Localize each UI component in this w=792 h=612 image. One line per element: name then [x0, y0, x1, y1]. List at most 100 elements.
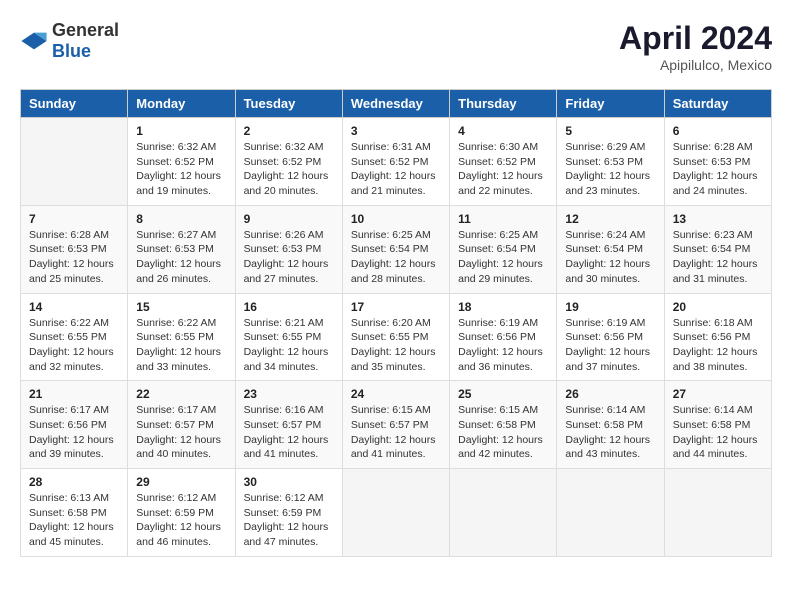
- day-info: Sunrise: 6:31 AM Sunset: 6:52 PM Dayligh…: [351, 140, 441, 199]
- calendar-cell: 28 Sunrise: 6:13 AM Sunset: 6:58 PM Dayli…: [21, 469, 128, 557]
- main-title: April 2024: [619, 20, 772, 57]
- day-info: Sunrise: 6:12 AM Sunset: 6:59 PM Dayligh…: [244, 491, 334, 550]
- calendar-cell: [664, 469, 771, 557]
- day-info: Sunrise: 6:20 AM Sunset: 6:55 PM Dayligh…: [351, 316, 441, 375]
- day-number: 10: [351, 212, 441, 226]
- day-info: Sunrise: 6:18 AM Sunset: 6:56 PM Dayligh…: [673, 316, 763, 375]
- calendar-cell: 19Sunrise: 6:19 AM Sunset: 6:56 PM Dayli…: [557, 293, 664, 381]
- calendar-cell: [21, 118, 128, 206]
- day-number: 9: [244, 212, 334, 226]
- day-number: 21: [29, 387, 119, 401]
- calendar-cell: 22 Sunrise: 6:17 AM Sunset: 6:57 PM Dayli…: [128, 381, 235, 469]
- page-header: General Blue April 2024 Apipilulco, Mexi…: [20, 20, 772, 73]
- day-number: 3: [351, 124, 441, 138]
- calendar-body: 1 Sunrise: 6:32 AM Sunset: 6:52 PM Daylig…: [21, 118, 772, 557]
- day-info: Sunrise: 6:24 AM Sunset: 6:54 PM Dayligh…: [565, 228, 655, 287]
- day-info: Sunrise: 6:17 AM Sunset: 6:56 PM Dayligh…: [29, 403, 119, 462]
- calendar-cell: 8 Sunrise: 6:27 AM Sunset: 6:53 PM Daylig…: [128, 205, 235, 293]
- day-number: 28: [29, 475, 119, 489]
- day-info: Sunrise: 6:15 AM Sunset: 6:58 PM Dayligh…: [458, 403, 548, 462]
- calendar-cell: 11 Sunrise: 6:25 AM Sunset: 6:54 PM Dayli…: [450, 205, 557, 293]
- calendar-cell: 16 Sunrise: 6:21 AM Sunset: 6:55 PM Dayli…: [235, 293, 342, 381]
- calendar-cell: 30 Sunrise: 6:12 AM Sunset: 6:59 PM Dayli…: [235, 469, 342, 557]
- day-number: 16: [244, 300, 334, 314]
- day-info: Sunrise: 6:32 AM Sunset: 6:52 PM Dayligh…: [244, 140, 334, 199]
- logo-blue: Blue: [52, 41, 91, 61]
- calendar-week-row: 1 Sunrise: 6:32 AM Sunset: 6:52 PM Daylig…: [21, 118, 772, 206]
- day-info: Sunrise: 6:14 AM Sunset: 6:58 PM Dayligh…: [673, 403, 763, 462]
- calendar-cell: [342, 469, 449, 557]
- column-header-wednesday: Wednesday: [342, 90, 449, 118]
- calendar-cell: 2Sunrise: 6:32 AM Sunset: 6:52 PM Daylig…: [235, 118, 342, 206]
- day-number: 7: [29, 212, 119, 226]
- calendar-cell: 25 Sunrise: 6:15 AM Sunset: 6:58 PM Dayli…: [450, 381, 557, 469]
- logo-general: General: [52, 20, 119, 40]
- calendar-cell: 5 Sunrise: 6:29 AM Sunset: 6:53 PM Daylig…: [557, 118, 664, 206]
- logo: General Blue: [20, 20, 119, 62]
- calendar-week-row: 28 Sunrise: 6:13 AM Sunset: 6:58 PM Dayli…: [21, 469, 772, 557]
- day-number: 13: [673, 212, 763, 226]
- day-number: 26: [565, 387, 655, 401]
- day-info: Sunrise: 6:28 AM Sunset: 6:53 PM Dayligh…: [29, 228, 119, 287]
- calendar-cell: 6 Sunrise: 6:28 AM Sunset: 6:53 PM Daylig…: [664, 118, 771, 206]
- day-info: Sunrise: 6:29 AM Sunset: 6:53 PM Dayligh…: [565, 140, 655, 199]
- calendar-cell: 20 Sunrise: 6:18 AM Sunset: 6:56 PM Dayli…: [664, 293, 771, 381]
- day-info: Sunrise: 6:32 AM Sunset: 6:52 PM Dayligh…: [136, 140, 226, 199]
- calendar-cell: 7 Sunrise: 6:28 AM Sunset: 6:53 PM Daylig…: [21, 205, 128, 293]
- day-info: Sunrise: 6:22 AM Sunset: 6:55 PM Dayligh…: [136, 316, 226, 375]
- calendar-cell: 3 Sunrise: 6:31 AM Sunset: 6:52 PM Daylig…: [342, 118, 449, 206]
- logo-icon: [20, 31, 48, 51]
- calendar-cell: 23Sunrise: 6:16 AM Sunset: 6:57 PM Dayli…: [235, 381, 342, 469]
- day-number: 29: [136, 475, 226, 489]
- day-number: 8: [136, 212, 226, 226]
- calendar-cell: 9 Sunrise: 6:26 AM Sunset: 6:53 PM Daylig…: [235, 205, 342, 293]
- day-number: 4: [458, 124, 548, 138]
- calendar-cell: 4Sunrise: 6:30 AM Sunset: 6:52 PM Daylig…: [450, 118, 557, 206]
- calendar-cell: 24Sunrise: 6:15 AM Sunset: 6:57 PM Dayli…: [342, 381, 449, 469]
- day-info: Sunrise: 6:19 AM Sunset: 6:56 PM Dayligh…: [458, 316, 548, 375]
- day-info: Sunrise: 6:19 AM Sunset: 6:56 PM Dayligh…: [565, 316, 655, 375]
- calendar-cell: 17 Sunrise: 6:20 AM Sunset: 6:55 PM Dayli…: [342, 293, 449, 381]
- day-info: Sunrise: 6:25 AM Sunset: 6:54 PM Dayligh…: [458, 228, 548, 287]
- day-number: 23: [244, 387, 334, 401]
- day-number: 6: [673, 124, 763, 138]
- column-header-sunday: Sunday: [21, 90, 128, 118]
- calendar-week-row: 21 Sunrise: 6:17 AM Sunset: 6:56 PM Dayli…: [21, 381, 772, 469]
- day-number: 20: [673, 300, 763, 314]
- day-info: Sunrise: 6:28 AM Sunset: 6:53 PM Dayligh…: [673, 140, 763, 199]
- day-info: Sunrise: 6:23 AM Sunset: 6:54 PM Dayligh…: [673, 228, 763, 287]
- day-number: 11: [458, 212, 548, 226]
- day-info: Sunrise: 6:13 AM Sunset: 6:58 PM Dayligh…: [29, 491, 119, 550]
- day-number: 30: [244, 475, 334, 489]
- day-info: Sunrise: 6:21 AM Sunset: 6:55 PM Dayligh…: [244, 316, 334, 375]
- day-info: Sunrise: 6:12 AM Sunset: 6:59 PM Dayligh…: [136, 491, 226, 550]
- column-header-saturday: Saturday: [664, 90, 771, 118]
- column-header-tuesday: Tuesday: [235, 90, 342, 118]
- day-number: 12: [565, 212, 655, 226]
- column-header-thursday: Thursday: [450, 90, 557, 118]
- calendar-cell: 14Sunrise: 6:22 AM Sunset: 6:55 PM Dayli…: [21, 293, 128, 381]
- day-info: Sunrise: 6:25 AM Sunset: 6:54 PM Dayligh…: [351, 228, 441, 287]
- subtitle: Apipilulco, Mexico: [619, 57, 772, 73]
- day-number: 1: [136, 124, 226, 138]
- day-number: 17: [351, 300, 441, 314]
- calendar-week-row: 7 Sunrise: 6:28 AM Sunset: 6:53 PM Daylig…: [21, 205, 772, 293]
- day-info: Sunrise: 6:17 AM Sunset: 6:57 PM Dayligh…: [136, 403, 226, 462]
- day-info: Sunrise: 6:27 AM Sunset: 6:53 PM Dayligh…: [136, 228, 226, 287]
- day-number: 22: [136, 387, 226, 401]
- day-number: 18: [458, 300, 548, 314]
- calendar-header: SundayMondayTuesdayWednesdayThursdayFrid…: [21, 90, 772, 118]
- day-number: 5: [565, 124, 655, 138]
- calendar-cell: 29 Sunrise: 6:12 AM Sunset: 6:59 PM Dayli…: [128, 469, 235, 557]
- column-header-friday: Friday: [557, 90, 664, 118]
- day-info: Sunrise: 6:26 AM Sunset: 6:53 PM Dayligh…: [244, 228, 334, 287]
- day-number: 24: [351, 387, 441, 401]
- calendar-cell: 12 Sunrise: 6:24 AM Sunset: 6:54 PM Dayli…: [557, 205, 664, 293]
- calendar-cell: 1 Sunrise: 6:32 AM Sunset: 6:52 PM Daylig…: [128, 118, 235, 206]
- day-number: 25: [458, 387, 548, 401]
- calendar-cell: 21 Sunrise: 6:17 AM Sunset: 6:56 PM Dayli…: [21, 381, 128, 469]
- day-number: 27: [673, 387, 763, 401]
- day-number: 15: [136, 300, 226, 314]
- calendar-cell: [450, 469, 557, 557]
- calendar-cell: 26Sunrise: 6:14 AM Sunset: 6:58 PM Dayli…: [557, 381, 664, 469]
